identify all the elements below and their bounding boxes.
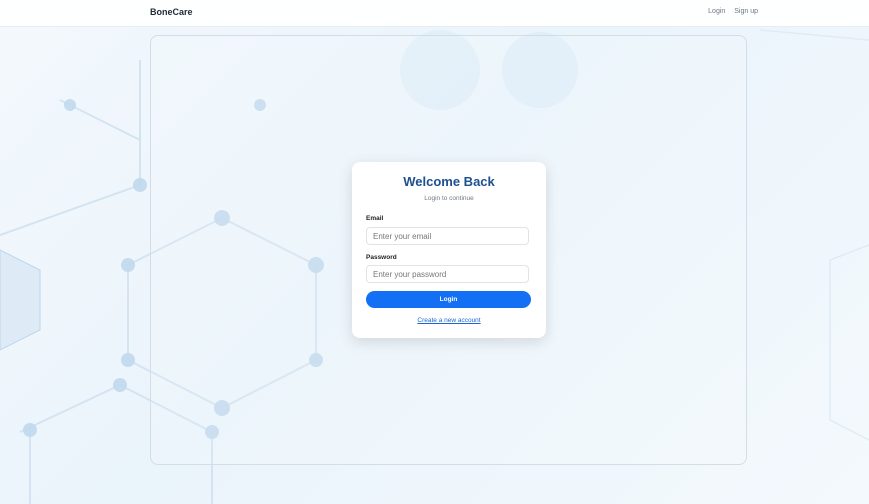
email-label: Email bbox=[366, 215, 384, 222]
nav-login-link[interactable]: Login bbox=[708, 8, 725, 15]
nav-signup-link[interactable]: Sign up bbox=[734, 8, 758, 15]
top-navbar: BoneCare Login Sign up bbox=[0, 0, 869, 27]
email-field[interactable] bbox=[366, 227, 529, 245]
login-title: Welcome Back bbox=[403, 174, 495, 189]
create-account-link[interactable]: Create a new account bbox=[352, 317, 546, 324]
login-subtitle: Login to continue bbox=[424, 195, 474, 202]
password-field[interactable] bbox=[366, 265, 529, 283]
password-label: Password bbox=[366, 254, 397, 261]
nav-links: Login Sign up bbox=[701, 8, 758, 15]
brand-logo-text[interactable]: BoneCare bbox=[150, 7, 193, 17]
login-card: Welcome Back Login to continue Email Pas… bbox=[352, 162, 546, 338]
login-button[interactable]: Login bbox=[366, 291, 531, 308]
